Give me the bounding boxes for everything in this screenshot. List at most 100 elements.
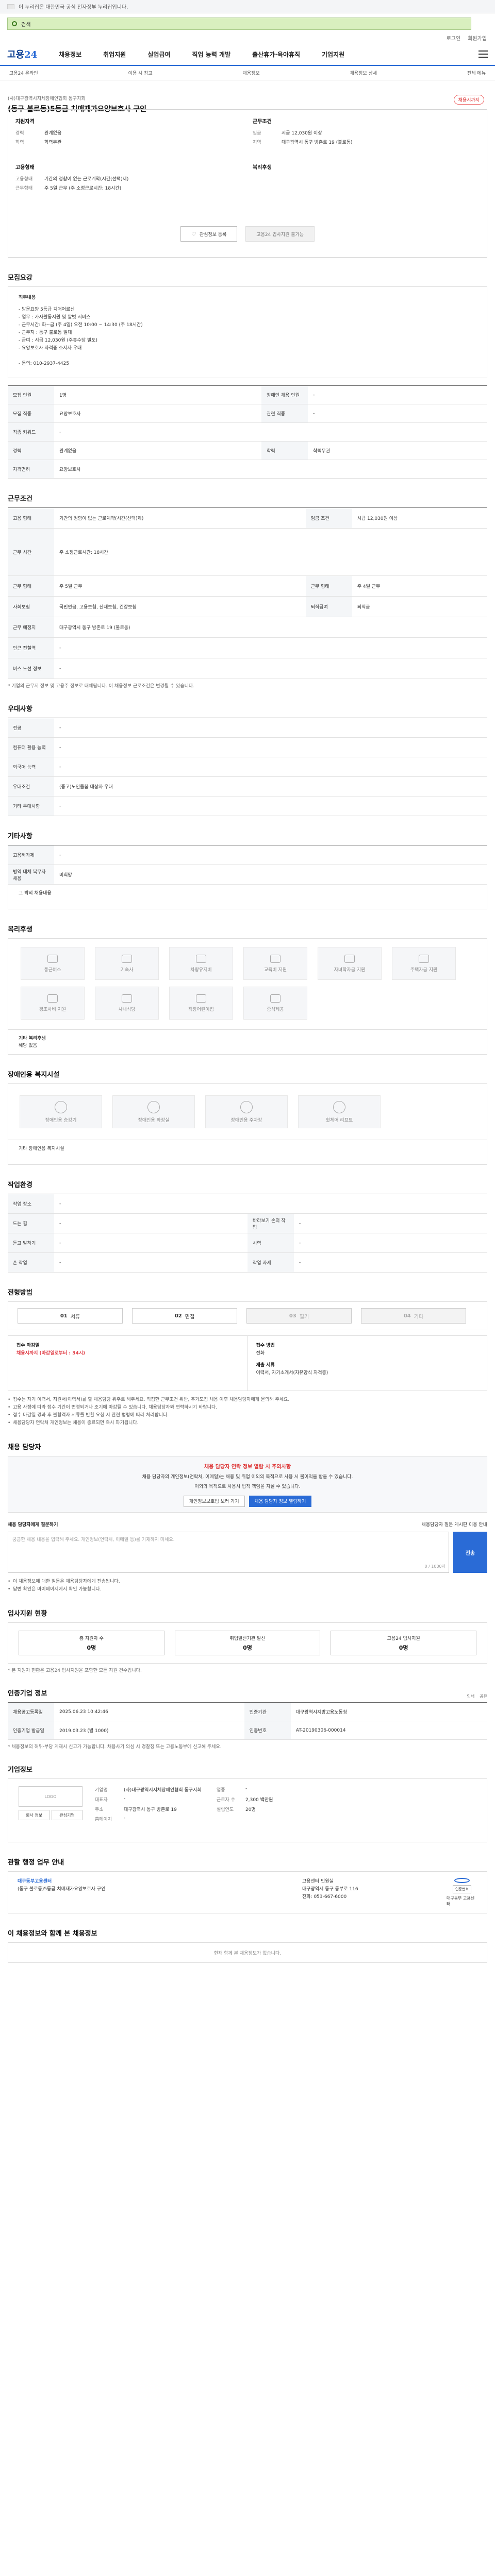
sub-nav-item-4[interactable]: 채용정보 상세	[350, 70, 377, 76]
contact-box: 채용 담당자 연락 정보 열람 시 주의사항 채용 담당자의 개인정보(연락처,…	[8, 1456, 487, 1513]
welfare-free: 기타 복리후생 해당 없음	[8, 1030, 487, 1055]
job-desc-line: - 급여 : 시급 12,030원 (주휴수당 별도)	[19, 338, 98, 343]
table-value: 기간의 정함이 없는 근로계약(시간(선택)제)	[54, 507, 306, 529]
meal-icon	[270, 994, 280, 1003]
table-row: 듣고 말하기 - 시력 -	[8, 1233, 487, 1253]
company-key: 설립연도	[217, 1807, 234, 1812]
table-value: 대구광역시지방고용노동청	[290, 1702, 487, 1721]
job-desc-line: - 업무 : 가사활동지원 및 말벗 서비스	[19, 315, 91, 320]
company-key: 기업명	[95, 1788, 108, 1793]
list-item: 접수 마감일 경과 후 불합격자 서류를 반환 요청 시 관련 법령에 따라 처…	[8, 1412, 487, 1419]
menu-icon[interactable]	[478, 50, 488, 58]
search-input[interactable]: 검색	[7, 18, 471, 30]
section-work-title: 근무조건	[8, 495, 32, 503]
table-value: -	[54, 757, 487, 777]
disab-label: 장애인용 승강기	[45, 1117, 77, 1123]
table-value: -	[54, 1194, 487, 1214]
table-key: 기타 우대사항	[8, 796, 54, 816]
table-row: 손 작업 - 작업 자세 -	[8, 1252, 487, 1273]
apply-disabled-button[interactable]: 고용24 입사지원 불가능	[245, 226, 315, 242]
table-key: 학력	[261, 441, 308, 460]
logo-accent: 24	[24, 49, 38, 60]
disab-free-label: 기타 장애인용 복지시설	[19, 1146, 64, 1151]
recruit-table: 모집 인원 1명 장애인 채용 인원 - 모집 직종 요양보호사 관련 직종 - 직종 키워…	[8, 385, 487, 479]
disab-item: 장애인용 화장실	[112, 1095, 195, 1128]
table-key: 고용허가제	[8, 845, 54, 865]
welfare-label: 통근버스	[44, 967, 61, 973]
sub-nav-item-1[interactable]: 고용24 온라인	[9, 70, 38, 76]
sub-nav-item-5[interactable]: 전체 메뉴	[467, 70, 486, 76]
gnb-item-training[interactable]: 직업 능력 개발	[192, 50, 231, 59]
kv-key: 근무형태	[15, 186, 33, 191]
section-pref-title: 우대사항	[8, 705, 32, 713]
gnb-item-support[interactable]: 취업지원	[103, 50, 126, 59]
sub-nav-item-3[interactable]: 채용정보	[243, 70, 260, 76]
company-value: (사)대구광역시지체장애인협회 동구지회	[124, 1788, 202, 1793]
company-name[interactable]: (사)대구광역시지체장애인협회 동구지회	[8, 95, 487, 101]
welfare-item: 자녀학자금 지원	[318, 947, 382, 980]
job-desc-title: 직무내용	[19, 295, 36, 300]
scrap-button[interactable]: ♡ 관심정보 등록	[180, 226, 238, 242]
scrap-label: 관심정보 등록	[199, 232, 227, 238]
share-button[interactable]: 공유	[480, 1693, 487, 1699]
table-row: 우대조건 (중고)노인돌봄 대상자 우대	[8, 776, 487, 796]
apply-period-label: 접수 마감일	[16, 1343, 40, 1348]
type-row: 근무형태 주 5일 근무 (주 소정근로시간: 18시간)	[15, 184, 237, 193]
site-logo[interactable]: 고용24	[7, 47, 48, 61]
company-info-button[interactable]: 회사 정보	[19, 1810, 50, 1820]
view-contact-button[interactable]: 채용 담당자 정보 열람하기	[249, 1495, 312, 1507]
question-textarea[interactable]: 궁금한 채용 내용을 입력해 주세요. 개인정보(연락처, 이메일 등)를 기재…	[8, 1532, 449, 1573]
company-key: 주소	[95, 1807, 104, 1812]
table-key: 외국어 능력	[8, 757, 54, 777]
print-button[interactable]: 인쇄	[467, 1693, 475, 1699]
search-icon[interactable]	[12, 21, 17, 26]
gnb-item-company[interactable]: 기업지원	[322, 50, 344, 59]
disab-label: 장애인용 화장실	[138, 1117, 170, 1123]
apply-stats: 총 지원자 수 0명 취업알선기관 알선 0명 고용24 입사지원 0명	[8, 1622, 487, 1664]
company-value: -	[124, 1796, 126, 1801]
stat-value: 0명	[243, 1644, 252, 1651]
table-key: 바라보기 손의 작업	[248, 1213, 294, 1233]
privacy-law-button[interactable]: 개인정보보호법 보러 가기	[183, 1495, 245, 1507]
apply-bullets: 접수는 자기 이력서, 지원서(이력서)를 할 채용담당 위주로 해주세요. 직…	[8, 1396, 487, 1427]
table-key: 퇴직급여	[305, 596, 352, 617]
stat-box: 총 지원자 수 0명	[19, 1631, 164, 1655]
section-recruit-title: 모집요강	[8, 274, 32, 282]
process-step: 04 기타	[361, 1308, 466, 1324]
table-value: -	[54, 1233, 248, 1253]
table-key: 근무 형태	[305, 575, 352, 597]
section-info-title: 인증기업 정보	[8, 1690, 47, 1698]
step-number: 01	[60, 1313, 68, 1319]
table-row: 컴퓨터 활용 능력 -	[8, 737, 487, 757]
gnb-item-jobs[interactable]: 채용정보	[59, 50, 81, 59]
work-note: * 기업의 근무지 정보 및 고용주 정보로 대체됩니다. 이 채용정보 근로조…	[8, 684, 195, 689]
step-label: 면접	[185, 1314, 195, 1320]
list-item: 고용 사정에 따라 접수 기간이 변경되거나 조기에 마감될 수 있습니다. 채…	[8, 1404, 487, 1412]
gnb-item-leave[interactable]: 출산휴가·육아휴직	[252, 50, 300, 59]
welfare-heading: 복리후생	[253, 165, 272, 171]
main-content: (사)대구광역시지체장애인협회 동구지회 (동구 불로동)5등급 치매재가요양보…	[8, 80, 487, 1984]
bus-icon	[47, 954, 58, 963]
dormitory-icon	[122, 954, 132, 963]
question-guide-link[interactable]: 채용담당자 질문 게시판 이용 안내	[422, 1521, 487, 1528]
recommend-box: 현재 함께 본 채용정보가 없습니다.	[8, 1942, 487, 1963]
company-value: 2,300 백만원	[245, 1798, 273, 1803]
sub-nav-item-2[interactable]: 이용 시 참고	[128, 70, 153, 76]
company-value: -	[245, 1786, 248, 1791]
welfare-label: 경조사비 지원	[39, 1007, 67, 1012]
table-key: 채용공고등록일	[8, 1702, 54, 1721]
question-submit-button[interactable]: 전송	[453, 1532, 487, 1573]
signup-link[interactable]: 회원가입	[468, 34, 487, 43]
table-key: 고용 형태	[8, 507, 54, 529]
table-row: 인증기업 발급일 2019.03.23 (별 1000) 인증번호 AT-201903…	[8, 1721, 487, 1740]
company-fav-button[interactable]: 관심기업	[52, 1810, 82, 1820]
apply-method-label: 접수 방법	[256, 1343, 275, 1348]
gnb-item-unemployment[interactable]: 실업급여	[147, 50, 170, 59]
parking-icon	[240, 1100, 253, 1113]
welfare-label: 직장어린이집	[188, 1007, 214, 1012]
login-link[interactable]: 로그인	[447, 34, 461, 43]
job-desc-line: - 근무시간: 화~금 (주 4일) 오전 10:00 ~ 14:30 (주 1…	[19, 323, 143, 328]
agency-name[interactable]: 대구동부고용센터	[18, 1878, 302, 1886]
car-icon	[196, 954, 206, 963]
table-key: 인증기업 발급일	[8, 1721, 54, 1740]
